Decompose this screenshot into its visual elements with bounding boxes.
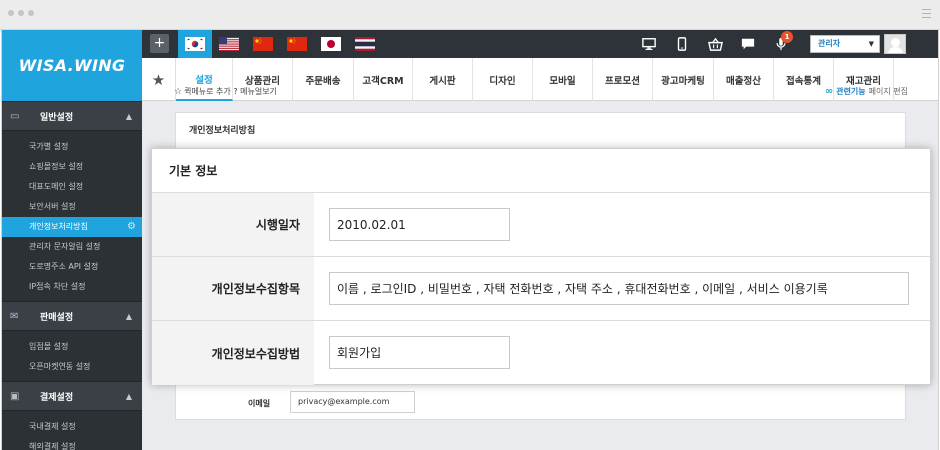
page-edit-link[interactable]: ∞ 관련기능 페이지 편집 [825,86,908,97]
window-dot [8,10,14,16]
sidebar: ▭ 일반설정 ▲ 국가별 설정 쇼핑몰정보 설정 대표도메인 설정 보안서버 설… [2,101,142,450]
tab-promotion[interactable]: 프로모션 [593,58,653,101]
related-functions-label: 관련기능 [836,87,866,96]
sidebar-item-open-market[interactable]: 오픈마켓연동 설정 [2,357,142,377]
tab-ad-marketing[interactable]: 광고마케팅 [653,58,714,101]
effective-date-input[interactable] [329,208,510,241]
effective-date-label: 시행일자 [152,193,314,256]
sidebar-item-address-api[interactable]: 도로명주소 API 설정 [2,257,142,277]
flag-japan-icon[interactable] [314,30,348,58]
notification-badge: 1 [781,31,793,43]
quick-links-label: 퀵메뉴로 추가 ? 메뉴얼보기 [184,87,277,96]
mobile-icon[interactable] [673,35,691,53]
tab-crm[interactable]: 고객CRM [354,58,413,101]
brand-logo[interactable]: WISA.WING [2,30,142,101]
quick-links[interactable]: ☆ 퀵메뉴로 추가 ? 메뉴얼보기 [174,86,277,97]
window-icon: ▭ [10,110,20,122]
email-field[interactable]: privacy@example.com [290,391,415,413]
hamburger-menu-icon[interactable] [922,9,931,18]
browser-chrome [0,0,940,30]
page-edit-label: 페이지 편집 [868,87,908,96]
sidebar-section-general[interactable]: ▭ 일반설정 ▲ [2,101,142,131]
chevron-down-icon: ▼ [868,40,874,48]
envelope-icon: ✉ [10,310,19,322]
tab-sales[interactable]: 매출정산 [714,58,774,101]
link-icon: ∞ [824,86,834,97]
sidebar-item-ip-block[interactable]: IP접속 차단 설정 [2,277,142,297]
language-flags [178,30,382,58]
section-title: 결제설정 [40,392,74,403]
flag-china-icon[interactable] [246,30,280,58]
form-row-collection-method: 개인정보수집방법 [152,321,930,385]
sidebar-item-shop-info[interactable]: 쇼핑몰정보 설정 [2,157,142,177]
sidebar-item-domain[interactable]: 대표도메인 설정 [2,177,142,197]
flag-usa-icon[interactable] [212,30,246,58]
form-row-effective-date: 시행일자 [152,193,930,257]
collected-items-input[interactable] [329,272,909,305]
collection-method-label: 개인정보수집방법 [152,321,314,385]
microphone-icon[interactable]: 1 [772,31,793,53]
tab-board[interactable]: 게시판 [413,58,473,101]
flag-korea-icon[interactable] [178,30,212,58]
sidebar-section-sales[interactable]: ✉ 판매설정 ▲ [2,301,142,331]
collapse-caret-icon[interactable]: ▲ [126,112,132,121]
window-dot [18,10,24,16]
gear-icon[interactable]: ⚙ [127,217,136,237]
email-label: 이메일 [248,399,271,408]
section-title: 판매설정 [40,312,74,323]
top-bar: + 1 관리자 ▼ [142,30,938,58]
flag-china-2-icon[interactable] [280,30,314,58]
sidebar-item-security-server[interactable]: 보안서버 설정 [2,197,142,217]
window-dot [28,10,34,16]
sidebar-item-privacy-policy[interactable]: 개인정보처리방침 ⚙ [2,217,142,237]
section-title: 일반설정 [40,112,74,123]
tab-mobile[interactable]: 모바일 [533,58,593,101]
chat-icon[interactable] [739,35,757,53]
flag-thailand-icon[interactable] [348,30,382,58]
sidebar-item-overseas-payment[interactable]: 해외결제 설정 [2,437,142,450]
add-button[interactable]: + [150,34,169,53]
toolbar-icons: 1 [640,30,793,58]
tab-design[interactable]: 디자인 [473,58,533,101]
favorite-star-icon[interactable]: ★ [142,58,176,101]
window-dots [8,10,34,16]
basic-info-modal: 기본 정보 시행일자 개인정보수집항목 개인정보수집방법 [151,148,931,385]
sidebar-section-payment[interactable]: ▣ 결제설정 ▲ [2,381,142,411]
collected-items-label: 개인정보수집항목 [152,257,314,320]
avatar[interactable] [884,34,906,54]
admin-label: 관리자 [818,39,841,48]
star-outline-icon: ☆ [174,87,183,97]
modal-title: 기본 정보 [152,149,930,193]
form-row-collected-items: 개인정보수집항목 [152,257,930,321]
collapse-caret-icon[interactable]: ▲ [126,392,132,401]
sidebar-item-sms-alert[interactable]: 관리자 문자알림 설정 [2,237,142,257]
collapse-caret-icon[interactable]: ▲ [126,312,132,321]
admin-dropdown[interactable]: 관리자 ▼ [810,35,880,53]
sidebar-item-tenant-mall[interactable]: 입점몰 설정 [2,337,142,357]
wallet-icon: ▣ [10,390,20,402]
sidebar-item-domestic-payment[interactable]: 국내결제 설정 [2,417,142,437]
sidebar-item-country[interactable]: 국가별 설정 [2,137,142,157]
sidebar-item-label: 개인정보처리방침 [29,222,88,231]
monitor-icon[interactable] [640,35,658,53]
collection-method-input[interactable] [329,336,510,369]
panel-title: 개인정보처리방침 [189,126,256,136]
nav-tabs: 설정 상품관리 주문배송 고객CRM 게시판 디자인 모바일 프로모션 광고마케… [176,58,894,101]
tab-orders[interactable]: 주문배송 [293,58,354,101]
basket-icon[interactable] [706,35,724,53]
